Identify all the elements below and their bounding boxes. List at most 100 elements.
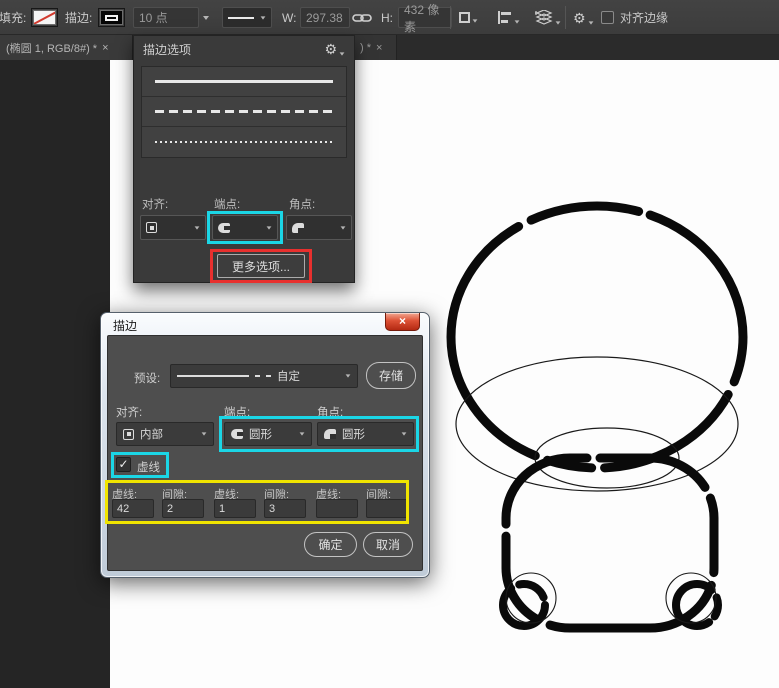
round-cap-icon [218, 223, 230, 233]
dialog-align-label: 对齐: [116, 404, 142, 420]
document-tab-title: (椭圆 1, RGB/8#) * [6, 40, 97, 56]
close-icon[interactable]: × [102, 42, 108, 54]
dialog-caps-label: 端点: [224, 404, 250, 420]
chevron-down-icon [515, 20, 520, 23]
close-icon[interactable]: × [376, 42, 382, 54]
gear-icon: ⚙ [573, 11, 586, 25]
stacked-shapes-icon [535, 10, 553, 25]
cancel-button[interactable]: 取消 [363, 532, 413, 557]
panel-corners-dropdown[interactable] [286, 215, 352, 240]
more-options-button[interactable]: 更多选项... [217, 254, 305, 278]
height-label: H: [381, 11, 393, 25]
chevron-down-icon [341, 226, 346, 229]
dialog-caps-dropdown[interactable]: 圆形 [224, 422, 312, 446]
preset-dash-sample [255, 375, 260, 377]
stroke-dialog: 描边 × 预设: 自定 存储 对齐: 端点: 角点: 内部 [100, 312, 430, 578]
shape-height-field[interactable]: 432 像素 [398, 7, 452, 28]
photoshop-window: 填充: 描边: 10 点 W: 297.38 [0, 0, 779, 688]
dialog-close-button[interactable]: × [385, 313, 420, 331]
fill-swatch[interactable] [31, 8, 58, 27]
geometry-options-button[interactable]: ⚙ [573, 11, 594, 25]
gap-value-input[interactable] [264, 499, 306, 518]
chevron-down-icon [556, 21, 561, 24]
ok-button[interactable]: 确定 [304, 532, 357, 557]
options-bar: 填充: 描边: 10 点 W: 297.38 [0, 0, 779, 35]
align-inside-icon [146, 222, 157, 233]
preset-dash-sample [266, 375, 271, 377]
dotted-line-sample [155, 141, 333, 143]
workspace-background [0, 60, 110, 688]
dialog-preset-label: 预设: [134, 370, 160, 386]
gap-value-input[interactable] [366, 499, 408, 518]
document-tab[interactable]: (椭圆 1, RGB/8#) * × [0, 35, 133, 60]
stroke-options-title: 描边选项 [143, 41, 191, 58]
chevron-down-icon [202, 432, 207, 435]
dash-value-input[interactable] [214, 499, 256, 518]
chevron-down-icon [346, 374, 351, 377]
dialog-align-value: 内部 [140, 426, 195, 442]
width-label: W: [282, 11, 296, 25]
align-edges-label: 对齐边缘 [620, 9, 668, 26]
align-edges-checkbox[interactable] [601, 11, 614, 24]
chevron-down-icon [195, 226, 200, 229]
stroke-swatch[interactable] [98, 8, 125, 27]
stroke-width-value: 10 点 [139, 9, 168, 26]
document-tab-partial[interactable]: ) * × [355, 35, 397, 60]
path-operations-icon [459, 12, 470, 23]
dialog-preset-dropdown[interactable]: 自定 [170, 364, 358, 388]
panel-caps-dropdown[interactable] [212, 215, 278, 240]
dialog-title: 描边 [113, 317, 137, 334]
preset-solid-line[interactable] [142, 67, 346, 97]
stroke-preset-list [141, 66, 347, 158]
gap-value-input[interactable] [162, 499, 204, 518]
fill-label: 填充: [0, 9, 26, 26]
panel-caps-label: 端点: [214, 196, 240, 212]
path-operations-button[interactable] [459, 12, 478, 23]
dashed-line-label: 虚线 [137, 459, 160, 475]
document-tab-partial-title: ) * [360, 42, 371, 54]
toolbar-separator [565, 6, 566, 29]
align-left-icon [498, 11, 512, 24]
panel-corners-label: 角点: [289, 196, 315, 212]
stroke-type-dropdown[interactable] [222, 7, 272, 28]
preset-dashed-line[interactable] [142, 97, 346, 127]
chevron-down-icon [473, 19, 478, 22]
stroke-width-field[interactable]: 10 点 [133, 7, 199, 28]
dash-value-input[interactable] [112, 499, 154, 518]
preset-dotted-line[interactable] [142, 127, 346, 157]
link-dimensions-icon[interactable] [352, 12, 372, 24]
dialog-corners-dropdown[interactable]: 圆形 [317, 422, 414, 446]
path-arrangement-button[interactable] [535, 10, 561, 25]
dialog-preset-value: 自定 [277, 368, 339, 384]
path-alignment-button[interactable] [498, 11, 520, 24]
stroke-preview-icon [101, 11, 122, 24]
document-tab-bar: (椭圆 1, RGB/8#) * × ) * × [0, 35, 779, 60]
chevron-down-icon [340, 52, 345, 55]
toolbar-separator [450, 6, 451, 29]
dash-value-input[interactable] [316, 499, 358, 518]
chevron-down-icon [261, 16, 266, 19]
dialog-corners-label: 角点: [317, 404, 343, 420]
chevron-down-icon [300, 432, 305, 435]
save-preset-button[interactable]: 存储 [366, 362, 416, 389]
panel-menu-button[interactable]: ⚙ [324, 42, 345, 56]
round-corner-icon [324, 429, 336, 439]
shape-height-value: 432 像素 [404, 1, 446, 35]
no-fill-icon [34, 11, 55, 24]
solid-line-sample [155, 80, 333, 83]
chevron-down-icon [588, 21, 593, 24]
chevron-down-icon [267, 226, 272, 229]
panel-align-label: 对齐: [142, 196, 168, 212]
round-corner-icon [292, 223, 304, 233]
panel-align-dropdown[interactable] [140, 215, 206, 240]
dialog-align-dropdown[interactable]: 内部 [116, 422, 214, 446]
stroke-width-dropdown-arrow[interactable] [203, 16, 209, 20]
dialog-caps-value: 圆形 [249, 426, 293, 442]
stroke-label: 描边: [65, 9, 92, 26]
shape-width-field[interactable]: 297.38 [300, 7, 350, 28]
stroke-options-panel: 描边选项 ⚙ 对齐: 端点: 角点: 更多选项... [133, 35, 355, 283]
check-icon: ✓ [118, 457, 128, 471]
dashed-line-sample [155, 110, 333, 113]
dialog-corners-value: 圆形 [342, 426, 395, 442]
dashed-line-checkbox[interactable]: ✓ [116, 457, 131, 472]
